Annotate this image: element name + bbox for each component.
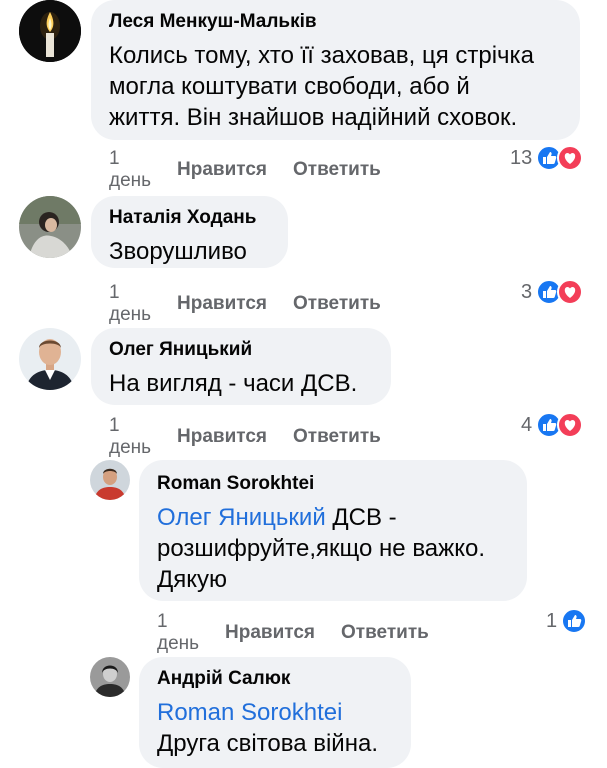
reactions[interactable]: 13 [510,145,584,171]
comment-actions: 1 день Нравится Ответить [157,611,455,655]
comment-text-line: Зворушливо [109,238,247,265]
comment-text-line: Друга світова війна. [157,730,378,757]
timestamp[interactable]: 1 день [109,282,151,326]
comment-text-fragment: ДСВ - [325,504,397,531]
comment-text-line: життя. Він знайшов надійний сховок. [109,104,518,131]
love-icon [557,145,584,171]
avatar[interactable] [19,328,81,390]
love-icon [557,279,584,305]
comment-text-line: На вигляд - часи ДСВ. [109,370,358,397]
comment-actions: 1 день Нравится Ответить [109,282,407,326]
reply-button[interactable]: Ответить [341,622,429,644]
comment-author[interactable]: Леся Менкуш-Мальків [109,10,562,34]
avatar[interactable] [90,657,130,697]
reaction-count: 4 [521,413,533,436]
like-button[interactable]: Нравится [225,622,315,644]
like-button[interactable]: Нравится [177,159,267,181]
comment-author[interactable]: Roman Sorokhtei [157,472,509,496]
comment-text-line: могла коштувати свободи, або й [109,73,470,100]
mention-link[interactable]: Roman Sorokhtei [157,697,393,728]
timestamp[interactable]: 1 день [109,415,151,459]
comment-author[interactable]: Наталія Ходань [109,206,270,230]
mention-link[interactable]: Олег Яницький [157,504,326,531]
reactions[interactable]: 1 [546,608,588,634]
profile-photo-icon [19,196,81,258]
reactions[interactable]: 4 [521,412,584,438]
profile-photo-icon [19,328,81,390]
love-icon [557,412,584,438]
reply-button[interactable]: Ответить [293,159,381,181]
profile-photo-icon [90,657,130,697]
like-button[interactable]: Нравится [177,293,267,315]
profile-photo-icon [90,460,130,500]
comment-actions: 1 день Нравится Ответить [109,148,407,192]
avatar[interactable] [19,0,81,62]
reaction-count: 13 [510,146,533,169]
comment-text-line: Олег Яницький ДСВ - [157,502,509,533]
comment-author[interactable]: Андрій Салюк [157,667,393,691]
comment-text-line: Дякую [157,566,228,593]
comment-text-line: Колись тому, хто її заховав, ця стрічка [109,42,534,69]
reaction-count: 3 [521,280,533,303]
timestamp[interactable]: 1 день [109,148,151,192]
candle-icon [19,0,81,62]
timestamp[interactable]: 1 день [157,611,199,655]
comment-author[interactable]: Олег Яницький [109,338,373,362]
reply-button[interactable]: Ответить [293,426,381,448]
avatar[interactable] [19,196,81,258]
reply-button[interactable]: Ответить [293,293,381,315]
comment-actions: 1 день Нравится Ответить [109,415,407,459]
like-button[interactable]: Нравится [177,426,267,448]
like-icon [561,608,588,634]
comment-text-line: розшифруйте,якщо не важко. [157,535,485,562]
reaction-count: 1 [546,609,558,632]
avatar[interactable] [90,460,130,500]
reactions[interactable]: 3 [521,279,584,305]
